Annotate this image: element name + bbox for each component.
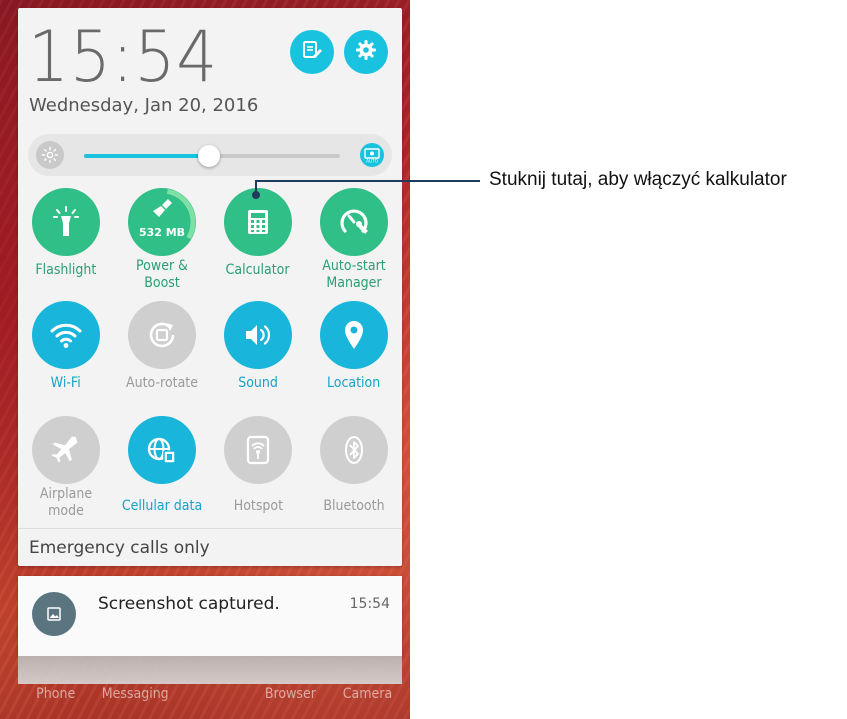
notification-time: 15:54 [349, 596, 390, 612]
auto-brightness-icon: AUTO [364, 148, 380, 164]
image-icon [32, 592, 76, 636]
tile-power-boost[interactable]: 532 MB Power & Boost [114, 188, 210, 292]
tile-label: Location [327, 375, 381, 391]
tile-label: Power & Boost [136, 258, 188, 291]
cellular-data-icon [128, 416, 196, 484]
dock-messaging[interactable]: Messaging [102, 686, 169, 702]
sound-icon [224, 301, 292, 369]
date: Wednesday, Jan 20, 2016 [29, 95, 259, 116]
location-icon [320, 301, 388, 369]
brightness-slider[interactable]: AUTO [28, 134, 392, 176]
tile-label: Cellular data [121, 498, 203, 514]
quick-settings-panel: 15:54 Wednesday, Jan 20, 2016 AUTO Flash… [18, 8, 402, 566]
wifi-icon [32, 301, 100, 369]
tile-wifi[interactable]: Wi-Fi [18, 301, 114, 392]
rotate-icon [128, 301, 196, 369]
notification-title: Screenshot captured. [98, 594, 280, 614]
tile-label: Flashlight [35, 262, 97, 278]
tile-cellular-data[interactable]: Cellular data [114, 416, 210, 515]
callout-line-horizontal [255, 180, 480, 182]
tile-calculator[interactable]: Calculator [210, 188, 306, 279]
dock-camera[interactable]: Camera [343, 686, 392, 702]
dock-browser[interactable]: Browser [265, 686, 316, 702]
tile-auto-rotate[interactable]: Auto-rotate [114, 301, 210, 392]
tile-label: Airplane mode [39, 486, 93, 519]
tile-label: Hotspot [233, 498, 283, 514]
divider [18, 528, 402, 529]
tile-label: Auto-start Manager [322, 258, 386, 291]
edit-icon [301, 39, 323, 66]
bluetooth-icon [320, 416, 388, 484]
edit-button[interactable] [290, 30, 334, 74]
tile-airplane-mode[interactable]: Airplane mode [18, 416, 114, 520]
gear-icon [354, 38, 378, 67]
brightness-thumb[interactable] [198, 145, 221, 167]
tile-label: Calculator [226, 262, 290, 278]
auto-label: AUTO [366, 159, 378, 164]
brightness-fill [84, 154, 210, 158]
brightness-track[interactable] [84, 145, 340, 167]
brightness-low-icon [36, 141, 64, 169]
autostart-icon [320, 188, 388, 256]
hotspot-icon [224, 416, 292, 484]
tile-hotspot[interactable]: Hotspot [210, 416, 306, 515]
notification-preview-strip [18, 656, 402, 684]
memory-badge: 532 MB [138, 226, 186, 239]
emergency-calls-text: Emergency calls only [29, 538, 210, 558]
settings-button[interactable] [344, 30, 388, 74]
airplane-icon [32, 416, 100, 484]
clock: 15:54 [28, 16, 219, 98]
broom-icon: 532 MB [128, 188, 196, 256]
tile-location[interactable]: Location [306, 301, 402, 392]
tile-label: Auto-rotate [125, 375, 198, 391]
tile-autostart-manager[interactable]: Auto-start Manager [306, 188, 402, 292]
auto-brightness-button[interactable]: AUTO [360, 143, 384, 167]
tile-bluetooth[interactable]: Bluetooth [306, 416, 402, 515]
callout-dot [252, 191, 260, 199]
tile-sound[interactable]: Sound [210, 301, 306, 392]
dock-labels: Phone Messaging Browser Camera [0, 686, 410, 706]
flashlight-icon [32, 188, 100, 256]
callout-label: Stuknij tutaj, aby włączyć kalkulator [489, 169, 787, 190]
dock-phone[interactable]: Phone [36, 686, 75, 702]
screenshot-notification[interactable]: Screenshot captured. 15:54 [18, 576, 402, 656]
phone-screen: 15:54 Wednesday, Jan 20, 2016 AUTO Flash… [0, 0, 410, 719]
tile-label: Wi-Fi [50, 375, 82, 391]
tile-label: Bluetooth [323, 498, 385, 514]
tile-flashlight[interactable]: Flashlight [18, 188, 114, 279]
tile-label: Sound [238, 375, 278, 391]
